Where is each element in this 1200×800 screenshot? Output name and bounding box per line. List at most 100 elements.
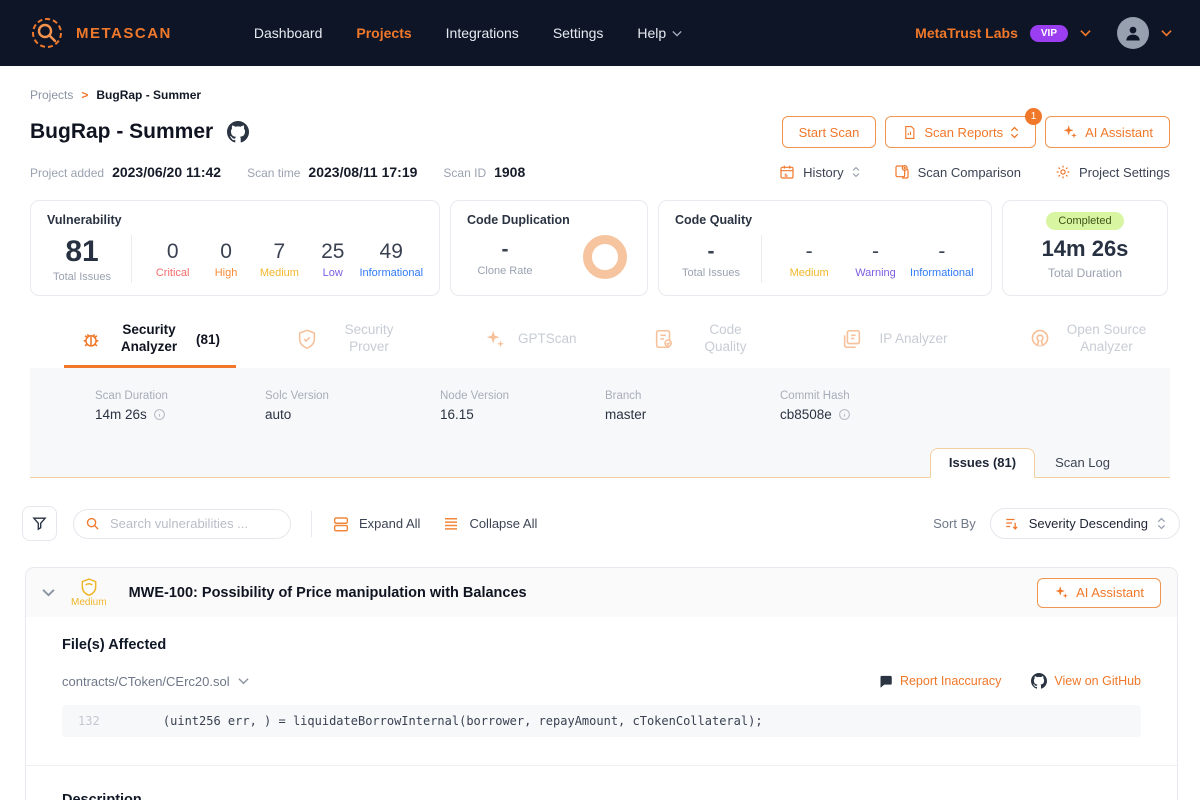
file-path-toggle[interactable]: contracts/CToken/CErc20.sol (62, 674, 249, 689)
duration-card: Completed 14m 26s Total Duration (1002, 200, 1168, 296)
collapse-all-button[interactable]: Collapse All (442, 515, 537, 533)
issue-card: Medium MWE-100: Possibility of Price man… (25, 567, 1178, 800)
compare-docs-icon (894, 164, 910, 180)
gear-icon (1055, 164, 1071, 180)
select-arrows-icon (852, 166, 860, 178)
nav-item-dashboard[interactable]: Dashboard (254, 25, 323, 41)
tab-gptscan[interactable]: GPTScan (484, 310, 577, 368)
commit-hash-detail: Commit Hash cb8508e (780, 390, 851, 422)
org-name[interactable]: MetaTrust Labs (915, 25, 1018, 41)
tab-security-analyzer[interactable]: Security Analyzer (81) (80, 310, 220, 368)
files-affected-heading: File(s) Affected (62, 637, 1141, 653)
node-version-detail: Node Version 16.15 (440, 390, 605, 422)
avatar[interactable] (1117, 17, 1149, 49)
tab-code-quality[interactable]: Code Quality (653, 310, 765, 368)
shield-check-icon (296, 328, 318, 350)
tab-label: GPTScan (518, 331, 577, 348)
vulnerability-card-title: Vulnerability (47, 213, 423, 227)
vip-badge: VIP (1030, 25, 1068, 42)
help-label: Help (637, 25, 666, 41)
calendar-icon (779, 164, 795, 180)
top-nav: METASCAN Dashboard Projects Integrations… (0, 0, 1200, 66)
solc-version-detail: Solc Version auto (265, 390, 440, 422)
project-settings-button[interactable]: Project Settings (1055, 164, 1170, 180)
scan-duration-detail: Scan Duration 14m 26s (95, 390, 265, 422)
nav-item-help[interactable]: Help (637, 25, 682, 41)
branch-detail: Branch master (605, 390, 780, 422)
chevron-down-icon[interactable] (1161, 29, 1172, 37)
sort-select[interactable]: Severity Descending (990, 508, 1180, 539)
total-issues-label: Total Issues (47, 271, 117, 283)
brand-name: METASCAN (76, 25, 172, 42)
breadcrumb-separator: > (81, 88, 88, 102)
cq-informational-stat: - Informational (909, 239, 975, 279)
critical-stat: 0 Critical (146, 239, 199, 279)
sparkles-icon (1054, 585, 1069, 600)
metascan-logo-icon (28, 14, 66, 52)
code-line-number: 132 (78, 714, 112, 728)
report-file-icon (902, 125, 917, 140)
history-button[interactable]: History (779, 164, 859, 180)
issue-ai-assistant-button[interactable]: AI Assistant (1037, 578, 1161, 608)
info-icon[interactable] (838, 408, 851, 421)
nav-item-projects[interactable]: Projects (356, 25, 411, 41)
scan-comparison-button[interactable]: Scan Comparison (894, 164, 1021, 180)
chevron-down-icon[interactable] (42, 588, 55, 597)
funnel-icon (31, 515, 48, 532)
brand[interactable]: METASCAN (28, 14, 172, 52)
scan-time-label: Scan time (247, 166, 300, 180)
project-added-value: 2023/06/20 11:42 (112, 164, 221, 180)
ai-assistant-button[interactable]: AI Assistant (1045, 116, 1170, 148)
chevron-down-icon[interactable] (1080, 29, 1091, 37)
start-scan-button[interactable]: Start Scan (782, 116, 877, 148)
sort-descending-icon (1004, 517, 1020, 531)
search-box (73, 509, 291, 539)
nav-item-integrations[interactable]: Integrations (446, 25, 519, 41)
copy-docs-icon (841, 328, 863, 350)
info-icon[interactable] (153, 408, 166, 421)
collapse-rows-icon (442, 515, 460, 533)
cq-total-value: - (675, 239, 747, 264)
breadcrumb-projects[interactable]: Projects (30, 88, 73, 102)
scan-time: Scan time 2023/08/11 17:19 (247, 164, 417, 180)
expand-all-button[interactable]: Expand All (332, 515, 420, 533)
tab-security-prover[interactable]: Security Prover (296, 310, 408, 368)
issues-toolbar: Expand All Collapse All Sort By Severity… (22, 506, 1200, 541)
status-badge: Completed (1046, 212, 1123, 230)
tab-issues[interactable]: Issues (81) (930, 448, 1035, 478)
code-duplication-title: Code Duplication (467, 213, 631, 227)
scan-reports-count-badge: 1 (1025, 108, 1042, 125)
sort-select-value: Severity Descending (1029, 516, 1148, 531)
report-inaccuracy-link[interactable]: Report Inaccuracy (878, 674, 1001, 689)
start-scan-label: Start Scan (799, 125, 860, 140)
filter-button[interactable] (22, 506, 57, 541)
tab-scan-log[interactable]: Scan Log (1035, 449, 1130, 478)
tab-ip-analyzer[interactable]: IP Analyzer (841, 310, 953, 368)
github-icon[interactable] (227, 121, 249, 143)
breadcrumb: Projects > BugRap - Summer (30, 88, 1170, 102)
nav-account-area: MetaTrust Labs VIP (915, 17, 1172, 49)
code-quality-card: Code Quality - Total Issues - Medium - W… (658, 200, 992, 296)
scan-reports-button[interactable]: Scan Reports 1 (885, 116, 1036, 148)
code-line: (uint256 err, ) = liquidateBorrowInterna… (134, 714, 763, 728)
scan-comparison-label: Scan Comparison (918, 165, 1021, 180)
cq-medium-stat: - Medium (776, 239, 842, 279)
medium-stat: 7 Medium (253, 239, 306, 279)
search-input[interactable] (73, 509, 291, 539)
nav-menu: Dashboard Projects Integrations Settings… (254, 25, 682, 41)
ai-assistant-label: AI Assistant (1085, 125, 1153, 140)
tab-open-source-analyzer[interactable]: Open Source Analyzer (1029, 310, 1151, 368)
issue-header[interactable]: Medium MWE-100: Possibility of Price man… (26, 568, 1177, 617)
vulnerability-card: Vulnerability 81 Total Issues 0 Critical… (30, 200, 440, 296)
view-on-github-label: View on GitHub (1054, 674, 1141, 688)
code-snippet: 132 (uint256 err, ) = liquidateBorrowInt… (62, 705, 1141, 737)
total-duration-label: Total Duration (1019, 266, 1151, 280)
tab-label: Open Source Analyzer (1063, 322, 1151, 356)
select-arrows-icon (1157, 517, 1166, 530)
total-duration-value: 14m 26s (1019, 236, 1151, 262)
scan-details-strip: Scan Duration 14m 26s Solc Version auto … (30, 368, 1170, 478)
informational-stat: 49 Informational (359, 239, 423, 279)
nav-item-settings[interactable]: Settings (553, 25, 604, 41)
view-on-github-link[interactable]: View on GitHub (1031, 673, 1141, 689)
total-issues-value: 81 (47, 235, 117, 268)
